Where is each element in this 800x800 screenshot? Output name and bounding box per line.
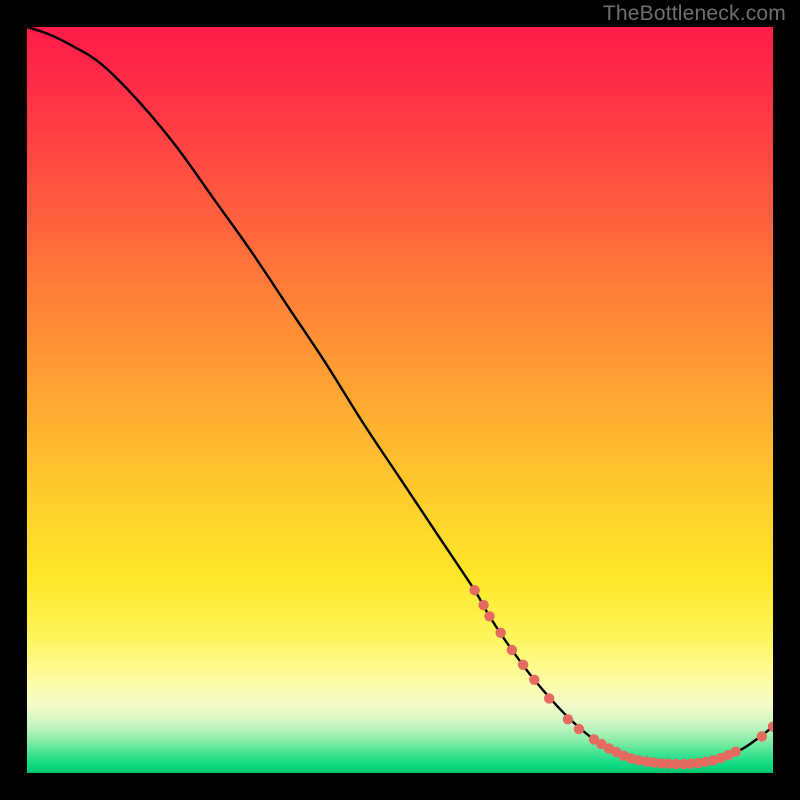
curve-marker — [731, 747, 741, 757]
curve-marker — [496, 628, 506, 638]
marker-group — [469, 585, 773, 769]
source-watermark: TheBottleneck.com — [603, 2, 786, 26]
chart-canvas: TheBottleneck.com — [0, 0, 800, 800]
curve-marker — [484, 611, 494, 621]
curve-marker — [507, 645, 517, 655]
curve-layer — [27, 27, 773, 773]
curve-marker — [574, 724, 584, 734]
curve-marker — [563, 714, 573, 724]
plot-area — [27, 27, 773, 773]
curve-marker — [757, 731, 767, 741]
curve-marker — [469, 585, 479, 595]
bottleneck-curve-path — [27, 27, 773, 764]
curve-marker — [529, 675, 539, 685]
curve-marker — [478, 600, 488, 610]
curve-marker — [518, 660, 528, 670]
curve-marker — [544, 693, 554, 703]
